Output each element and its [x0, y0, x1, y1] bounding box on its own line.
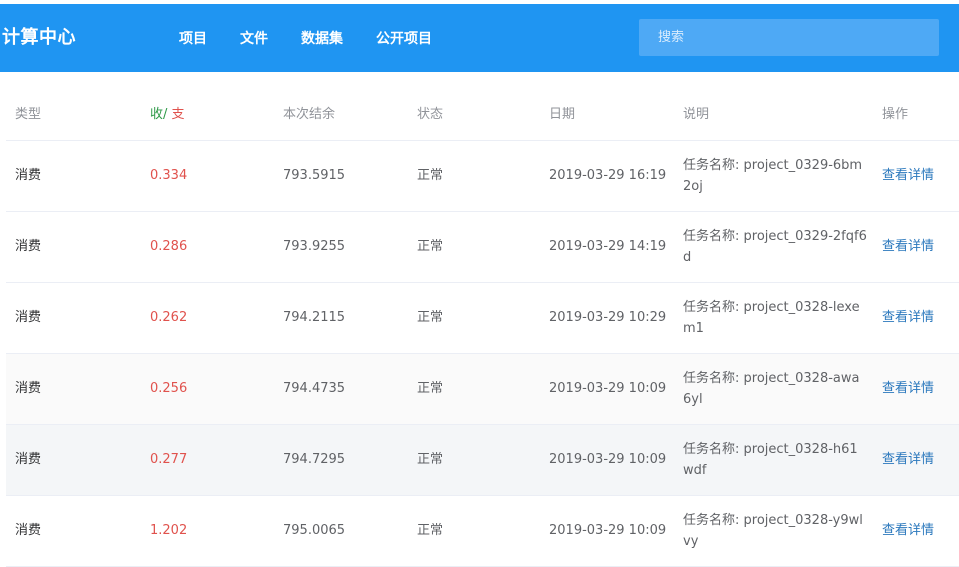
cell-date: 2019-03-29 10:29: [549, 310, 667, 325]
nav-item-public-projects[interactable]: 公开项目: [376, 29, 432, 49]
header-amount-sep: /: [163, 107, 172, 122]
top-navbar: 计算中心 项目 文件 数据集 公开项目: [0, 4, 959, 72]
header-amount-out: 支: [171, 107, 185, 122]
header-type: 类型: [15, 107, 42, 122]
table-row: 消费 0.277 794.7295 正常 2019-03-29 10:09 任务…: [6, 425, 959, 496]
cell-date: 2019-03-29 14:19: [549, 239, 667, 254]
table-row: 消费 0.262 794.2115 正常 2019-03-29 10:29 任务…: [6, 283, 959, 354]
view-details-link[interactable]: 查看详情: [882, 309, 934, 327]
cell-amount: 0.262: [150, 310, 188, 325]
nav-item-files[interactable]: 文件: [240, 29, 268, 49]
cell-type: 消费: [15, 239, 42, 254]
cell-status: 正常: [417, 381, 444, 396]
cell-balance: 793.9255: [283, 239, 346, 254]
transaction-table: 类型 收/ 支 本次结余 状态 日期 说明 操作 消费 0.334 793.59…: [6, 90, 959, 567]
nav-item-datasets[interactable]: 数据集: [301, 29, 343, 49]
cell-balance: 794.7295: [283, 452, 346, 467]
view-details-link[interactable]: 查看详情: [882, 522, 934, 540]
cell-type: 消费: [15, 381, 42, 396]
header-amount-in: 收: [150, 107, 164, 122]
table-row: 消费 0.256 794.4735 正常 2019-03-29 10:09 任务…: [6, 354, 959, 425]
header-action: 操作: [882, 107, 909, 122]
cell-balance: 794.2115: [283, 310, 346, 325]
cell-status: 正常: [417, 452, 444, 467]
cell-status: 正常: [417, 310, 444, 325]
cell-amount: 0.277: [150, 452, 188, 467]
cell-type: 消费: [15, 523, 42, 538]
cell-balance: 794.4735: [283, 381, 346, 396]
cell-date: 2019-03-29 10:09: [549, 523, 667, 538]
cell-type: 消费: [15, 452, 42, 467]
cell-date: 2019-03-29 10:09: [549, 452, 667, 467]
cell-balance: 793.5915: [283, 168, 346, 183]
cell-type: 消费: [15, 168, 42, 183]
nav-item-projects[interactable]: 项目: [179, 29, 207, 49]
header-balance: 本次结余: [283, 107, 336, 122]
table-row: 消费 0.334 793.5915 正常 2019-03-29 16:19 任务…: [6, 141, 959, 212]
cell-amount: 1.202: [150, 523, 188, 538]
cell-description: 任务名称: project_0328-y9wlvy: [683, 513, 863, 549]
table-header: 类型 收/ 支 本次结余 状态 日期 说明 操作: [6, 90, 959, 141]
view-details-link[interactable]: 查看详情: [882, 451, 934, 469]
view-details-link[interactable]: 查看详情: [882, 380, 934, 398]
cell-description: 任务名称: project_0329-2fqf6d: [683, 229, 867, 265]
cell-date: 2019-03-29 16:19: [549, 168, 667, 183]
cell-status: 正常: [417, 168, 444, 183]
cell-status: 正常: [417, 523, 444, 538]
header-status: 状态: [417, 107, 444, 122]
table-row: 消费 0.286 793.9255 正常 2019-03-29 14:19 任务…: [6, 212, 959, 283]
cell-description: 任务名称: project_0329-6bm2oj: [683, 158, 863, 194]
header-date: 日期: [549, 107, 576, 122]
cell-amount: 0.286: [150, 239, 188, 254]
cell-date: 2019-03-29 10:09: [549, 381, 667, 396]
cell-amount: 0.334: [150, 168, 188, 183]
view-details-link[interactable]: 查看详情: [882, 238, 934, 256]
cell-type: 消费: [15, 310, 42, 325]
header-description: 说明: [683, 107, 710, 122]
cell-description: 任务名称: project_0328-awa6yl: [683, 371, 860, 407]
view-details-link[interactable]: 查看详情: [882, 167, 934, 185]
header-amount: 收/ 支: [150, 106, 185, 124]
cell-balance: 795.0065: [283, 523, 346, 538]
cell-description: 任务名称: project_0328-h61wdf: [683, 442, 858, 478]
cell-status: 正常: [417, 239, 444, 254]
brand-title[interactable]: 计算中心: [2, 25, 76, 51]
table-row: 消费 1.202 795.0065 正常 2019-03-29 10:09 任务…: [6, 496, 959, 567]
cell-amount: 0.256: [150, 381, 188, 396]
search-input[interactable]: [639, 19, 939, 56]
cell-description: 任务名称: project_0328-lexem1: [683, 300, 860, 336]
